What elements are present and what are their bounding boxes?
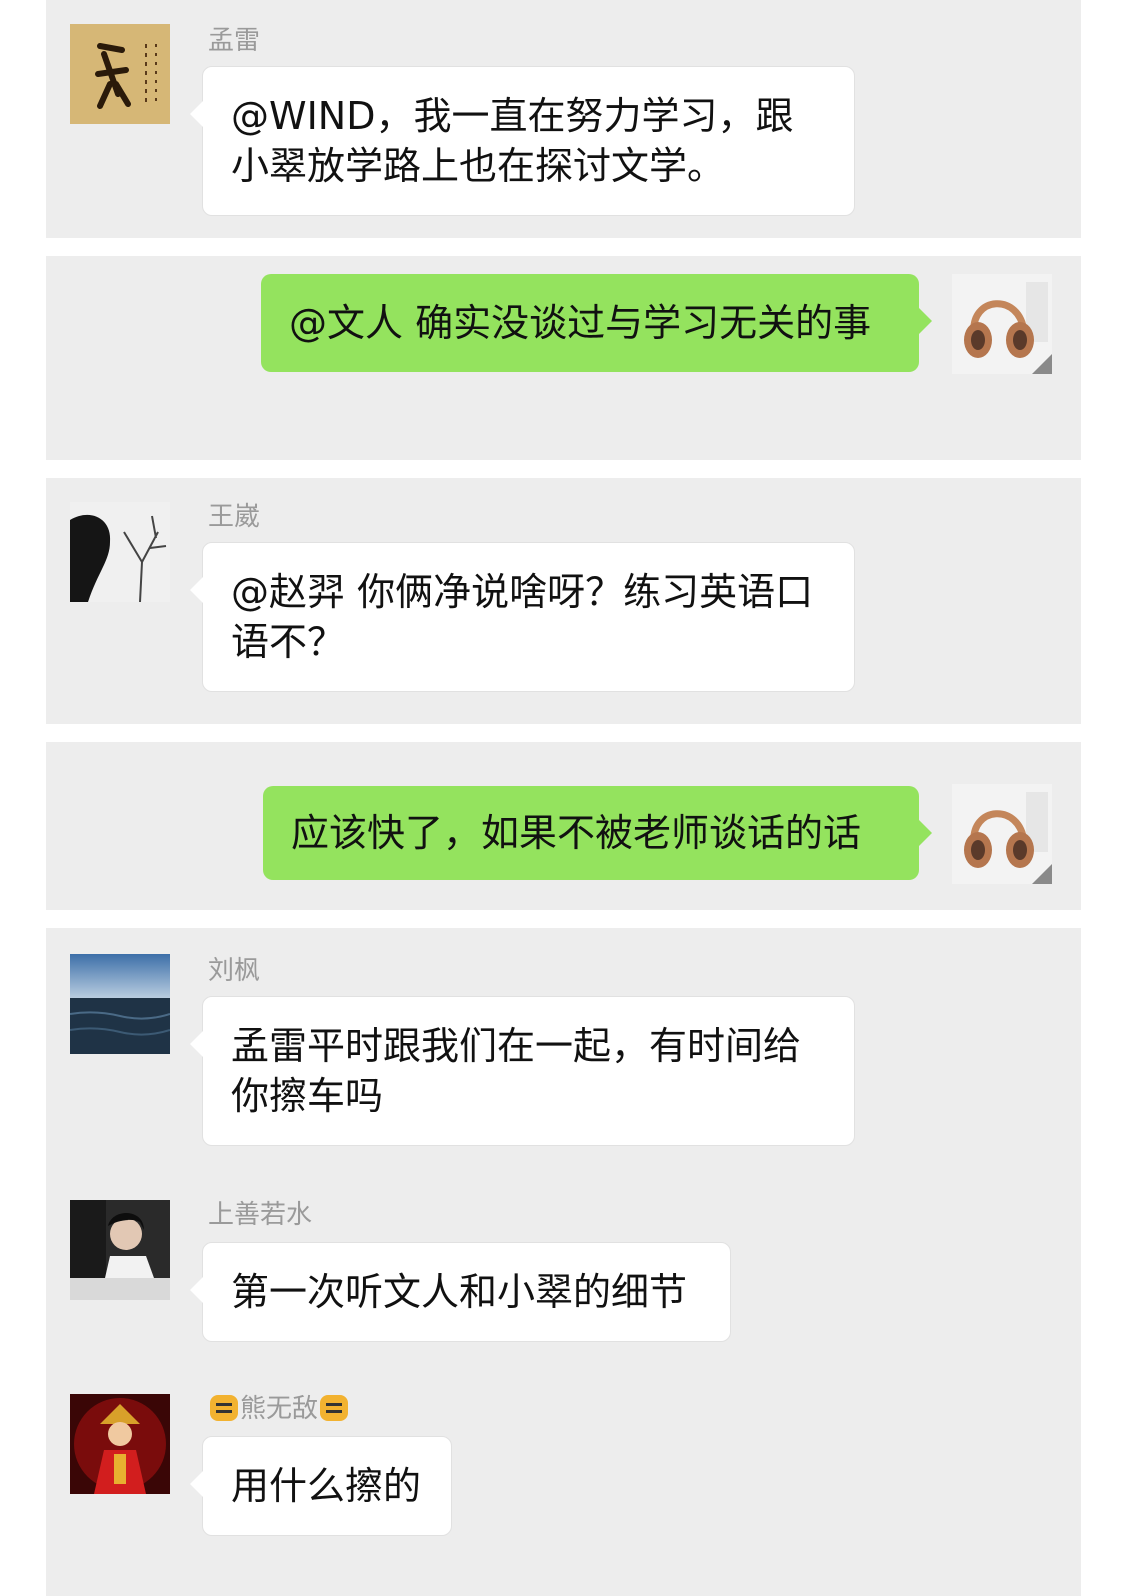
calligraphy-avatar-icon [70, 24, 170, 124]
sender-name: 孟雷 [208, 26, 261, 56]
avatar[interactable] [952, 784, 1052, 884]
avatar[interactable] [952, 274, 1052, 374]
avatar[interactable] [70, 954, 170, 1054]
chat-panel: 孟雷 @WIND，我一直在努力学习，跟小翠放学路上也在探讨文学。 [46, 0, 1081, 238]
red-figure-avatar-icon [70, 1394, 170, 1494]
tree-silhouette-avatar-icon [70, 502, 170, 602]
message-bubble[interactable]: @文人 确实没谈过与学习无关的事 [261, 274, 932, 372]
avatar[interactable] [70, 24, 170, 124]
avatar[interactable] [70, 1394, 170, 1494]
sender-name: 熊无敌 [208, 1394, 350, 1424]
message-bubble[interactable]: @赵羿 你俩净说啥呀？练习英语口语不？ [190, 542, 855, 692]
headphones-avatar-icon [952, 784, 1052, 884]
sender-name-text: 熊无敌 [240, 1394, 319, 1424]
tiger-emoji-icon [320, 1395, 349, 1421]
chat-panel: 王崴 @赵羿 你俩净说啥呀？练习英语口语不？ [46, 478, 1081, 724]
message-bubble[interactable]: 孟雷平时跟我们在一起，有时间给你擦车吗 [190, 996, 855, 1146]
chat-panel: 应该快了，如果不被老师谈话的话 [46, 742, 1081, 910]
message-bubble[interactable]: @WIND，我一直在努力学习，跟小翠放学路上也在探讨文学。 [190, 66, 855, 216]
person-writing-avatar-icon [70, 1200, 170, 1300]
sender-name: 王崴 [208, 502, 261, 532]
sender-name: 上善若水 [208, 1200, 313, 1230]
sender-name: 刘枫 [208, 956, 261, 986]
tiger-emoji-icon [210, 1395, 238, 1421]
message-bubble[interactable]: 用什么擦的 [190, 1436, 452, 1536]
message-bubble[interactable]: 第一次听文人和小翠的细节 [190, 1242, 731, 1342]
avatar[interactable] [70, 1200, 170, 1300]
sea-avatar-icon [70, 954, 170, 1054]
chat-panel: @文人 确实没谈过与学习无关的事 [46, 256, 1081, 460]
message-bubble[interactable]: 应该快了，如果不被老师谈话的话 [263, 786, 932, 880]
headphones-avatar-icon [952, 274, 1052, 374]
avatar[interactable] [70, 502, 170, 602]
chat-panel: 刘枫 孟雷平时跟我们在一起，有时间给你擦车吗 上善若水 第一次听文人和小翠的细节… [46, 928, 1081, 1596]
